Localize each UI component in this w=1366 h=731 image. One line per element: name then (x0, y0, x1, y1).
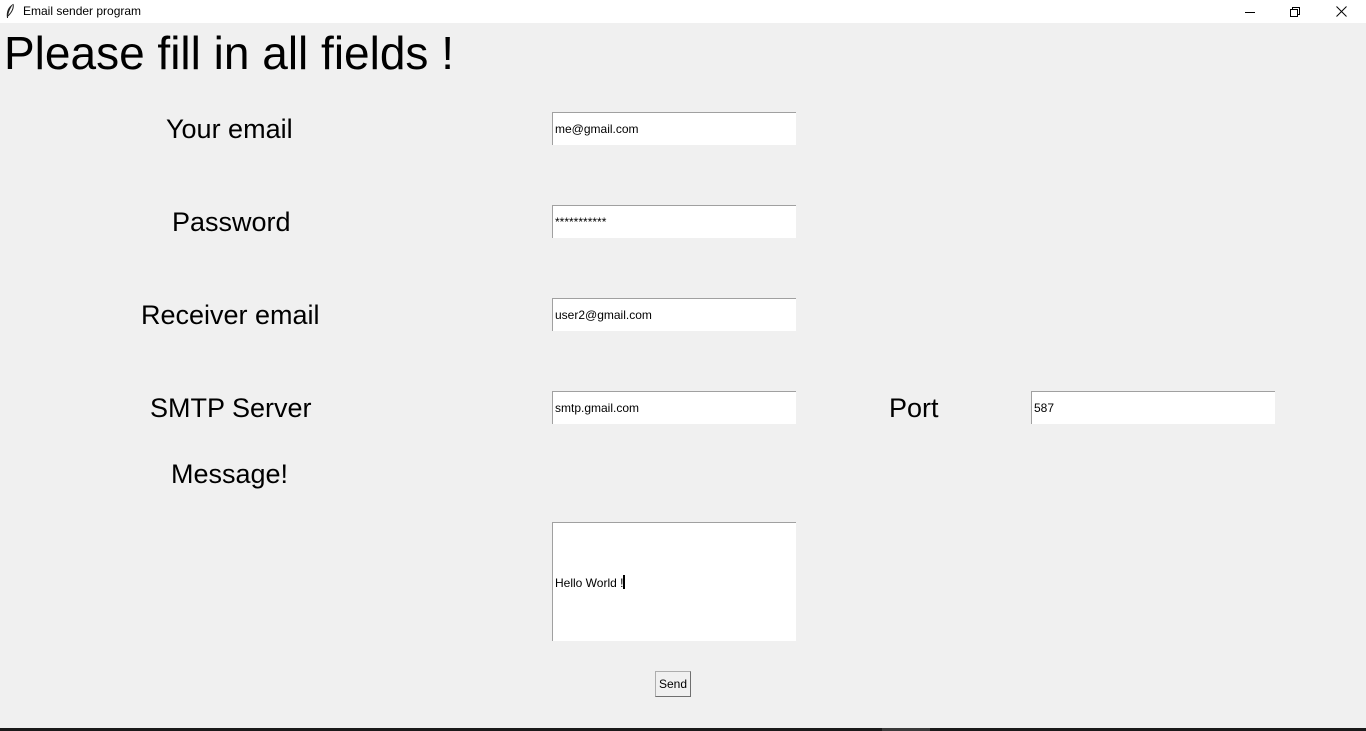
message-text: Hello World ! (555, 576, 624, 590)
restore-icon (1290, 6, 1300, 17)
password-input[interactable] (552, 205, 796, 238)
restore-button[interactable] (1272, 0, 1318, 23)
your-email-label: Your email (166, 114, 293, 144)
close-icon (1335, 6, 1347, 17)
port-input[interactable] (1031, 391, 1275, 424)
smtp-server-label: SMTP Server (150, 393, 312, 423)
page-heading: Please fill in all fields ! (4, 27, 454, 79)
close-button[interactable] (1318, 0, 1364, 23)
title-bar[interactable]: Email sender program (0, 0, 1366, 23)
receiver-email-input[interactable] (552, 298, 796, 331)
smtp-server-input[interactable] (552, 391, 796, 424)
feather-icon (4, 3, 16, 19)
your-email-input[interactable] (552, 112, 796, 145)
minimize-button[interactable] (1227, 0, 1273, 23)
receiver-email-label: Receiver email (141, 300, 320, 330)
send-button[interactable]: Send (655, 671, 691, 697)
text-cursor (623, 575, 626, 589)
minimize-icon (1245, 11, 1255, 13)
window-title: Email sender program (23, 4, 142, 18)
port-label: Port (889, 393, 939, 423)
password-label: Password (172, 207, 291, 237)
message-label: Message! (171, 459, 289, 489)
message-textarea[interactable]: Hello World ! (552, 522, 796, 641)
